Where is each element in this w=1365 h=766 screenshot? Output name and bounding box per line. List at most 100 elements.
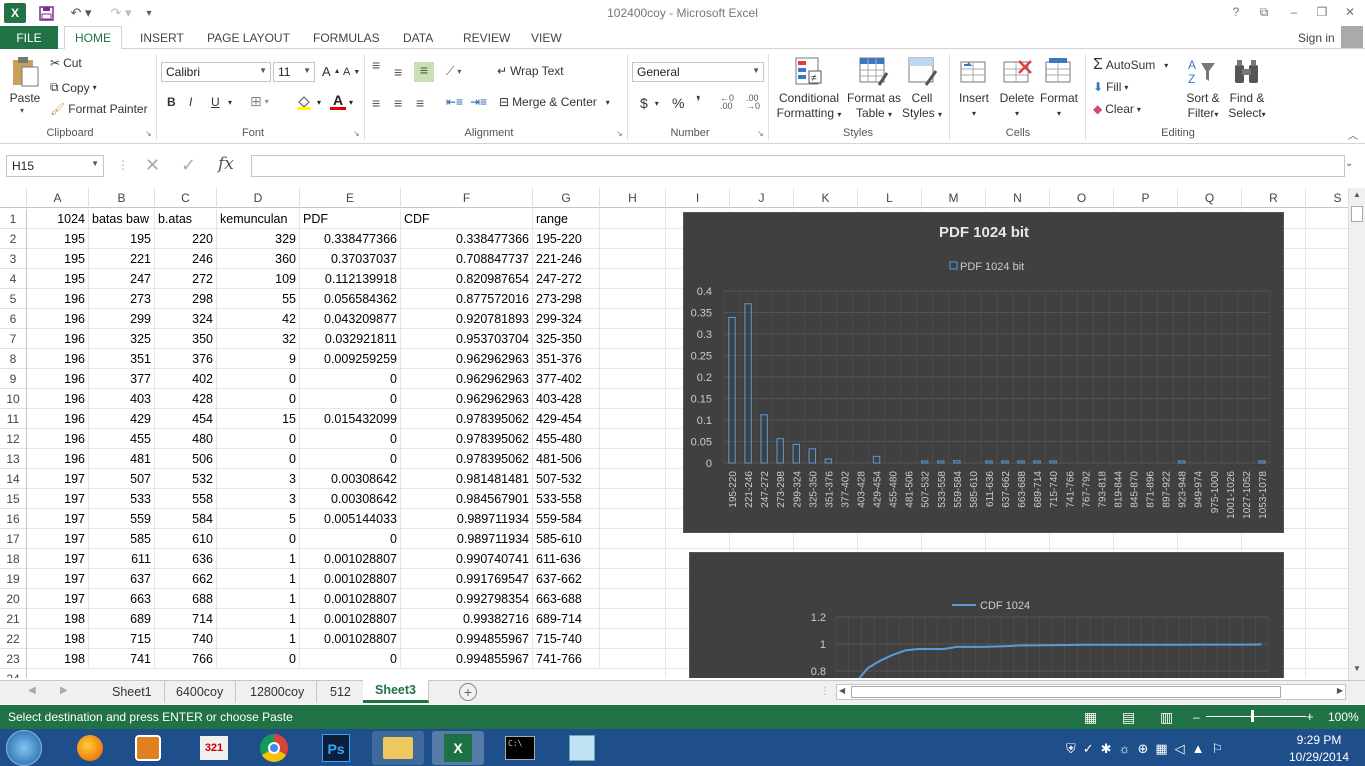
worksheet-grid[interactable]: ABCDEFGHIJKLMNOPQRS 1 2 3 4 5 6 7 8 9 10 11 12 13 14 1… [0, 188, 1348, 678]
cell[interactable]: 1 [217, 569, 300, 589]
cell[interactable]: 246 [155, 249, 217, 269]
cell[interactable]: 196 [27, 309, 89, 329]
column-header-l[interactable]: L [858, 188, 922, 208]
cell[interactable] [1306, 529, 1348, 549]
cell[interactable]: 402 [155, 369, 217, 389]
tab-page-layout[interactable]: PAGE LAYOUT [197, 26, 300, 49]
cell[interactable] [1306, 309, 1348, 329]
firefox-icon[interactable] [64, 731, 116, 765]
cell[interactable]: 0.984567901 [401, 489, 533, 509]
cell[interactable]: 403-428 [533, 389, 600, 409]
column-header-b[interactable]: B [89, 188, 155, 208]
column-header-q[interactable]: Q [1178, 188, 1242, 208]
cell[interactable]: 55 [217, 289, 300, 309]
cell[interactable]: 350 [155, 329, 217, 349]
shrink-font-icon[interactable]: A ▼ [343, 66, 360, 78]
column-header-g[interactable]: G [533, 188, 600, 208]
sheet-tab-sheet3[interactable]: Sheet3 [363, 680, 429, 703]
cell[interactable] [1306, 609, 1348, 629]
middle-align-icon[interactable]: ≡ [394, 64, 410, 80]
cell[interactable]: 15 [217, 409, 300, 429]
row-header[interactable]: 9 [0, 369, 27, 389]
cell[interactable]: 0.989711934 [401, 509, 533, 529]
cell[interactable]: 0.708847737 [401, 249, 533, 269]
cell[interactable] [600, 509, 666, 529]
align-center-icon[interactable]: ≡ [394, 95, 402, 111]
sort-filter-button[interactable]: Sort & Filter▾ [1180, 91, 1226, 122]
cell[interactable] [1306, 629, 1348, 649]
cell[interactable]: 220 [155, 229, 217, 249]
column-header-s[interactable]: S [1306, 188, 1348, 208]
cell[interactable]: 0 [300, 449, 401, 469]
format-as-table-icon[interactable] [859, 57, 889, 87]
cell[interactable] [1306, 449, 1348, 469]
row-header[interactable]: 21 [0, 609, 27, 629]
column-header-a[interactable]: A [27, 188, 89, 208]
cell[interactable]: 611-636 [533, 549, 600, 569]
underline-button[interactable]: U [211, 95, 220, 109]
cell[interactable]: 329 [217, 229, 300, 249]
cell[interactable]: 197 [27, 469, 89, 489]
cell[interactable]: 0 [217, 529, 300, 549]
name-box[interactable]: H15 ▼ [6, 155, 104, 177]
photoshop-icon[interactable]: Ps [310, 731, 362, 765]
dialog-launcher-icon[interactable]: ↘ [757, 129, 764, 138]
column-header-o[interactable]: O [1050, 188, 1114, 208]
tab-insert[interactable]: INSERT [130, 26, 194, 49]
cell[interactable]: 0.00308642 [300, 489, 401, 509]
cell[interactable]: 741-766 [533, 649, 600, 669]
cell[interactable] [1306, 669, 1348, 678]
cell[interactable]: 688 [155, 589, 217, 609]
sort-filter-icon[interactable]: AZ [1187, 57, 1217, 87]
font-color-icon[interactable]: A [330, 92, 346, 110]
cell[interactable]: 0 [300, 429, 401, 449]
cell[interactable]: 197 [27, 569, 89, 589]
column-header-i[interactable]: I [666, 188, 730, 208]
cell[interactable] [600, 389, 666, 409]
cell[interactable]: 0.005144033 [300, 509, 401, 529]
cell[interactable]: 506 [155, 449, 217, 469]
row-header[interactable]: 17 [0, 529, 27, 549]
cell[interactable]: 714 [155, 609, 217, 629]
notepad-icon[interactable] [556, 731, 608, 765]
cell[interactable]: 558 [155, 489, 217, 509]
tab-view[interactable]: VIEW [521, 26, 572, 49]
column-header-j[interactable]: J [730, 188, 794, 208]
sheet-tab-12800coy[interactable]: 12800coy [238, 680, 318, 703]
cell[interactable] [1306, 469, 1348, 489]
paste-button[interactable]: Paste [8, 91, 42, 106]
cell[interactable]: 197 [27, 489, 89, 509]
cell[interactable]: 0.981481481 [401, 469, 533, 489]
cell[interactable]: 559-584 [533, 509, 600, 529]
cell[interactable] [600, 609, 666, 629]
increase-decimal-icon[interactable]: ←0.00 [720, 94, 734, 111]
row-header[interactable]: 6 [0, 309, 27, 329]
autosum-button[interactable]: Σ AutoSum ▾ [1093, 56, 1168, 74]
cell[interactable]: 196 [27, 409, 89, 429]
cell[interactable]: 0 [300, 649, 401, 669]
cell[interactable]: 299-324 [533, 309, 600, 329]
cell[interactable]: 376 [155, 349, 217, 369]
cell[interactable]: 195 [27, 229, 89, 249]
cell[interactable]: 5 [217, 509, 300, 529]
cell[interactable] [1306, 369, 1348, 389]
tab-data[interactable]: DATA [393, 26, 443, 49]
select-all-corner[interactable] [0, 188, 27, 208]
cell[interactable] [1306, 409, 1348, 429]
cell[interactable]: 0.989711934 [401, 529, 533, 549]
cell[interactable]: 0.032921811 [300, 329, 401, 349]
row-header[interactable]: 23 [0, 649, 27, 669]
column-header-k[interactable]: K [794, 188, 858, 208]
row-header[interactable]: 18 [0, 549, 27, 569]
help-icon[interactable]: ? [1222, 2, 1250, 22]
cell[interactable]: 32 [217, 329, 300, 349]
cell[interactable]: 109 [217, 269, 300, 289]
cell[interactable] [600, 449, 666, 469]
column-header-f[interactable]: F [401, 188, 533, 208]
scroll-thumb[interactable] [851, 686, 1281, 698]
cell[interactable]: 1 [217, 549, 300, 569]
currency-button[interactable]: $ ▾ [640, 95, 659, 111]
zoom-slider[interactable] [1206, 716, 1306, 717]
cell[interactable]: 0.994855967 [401, 629, 533, 649]
cell[interactable]: 0.978395062 [401, 409, 533, 429]
